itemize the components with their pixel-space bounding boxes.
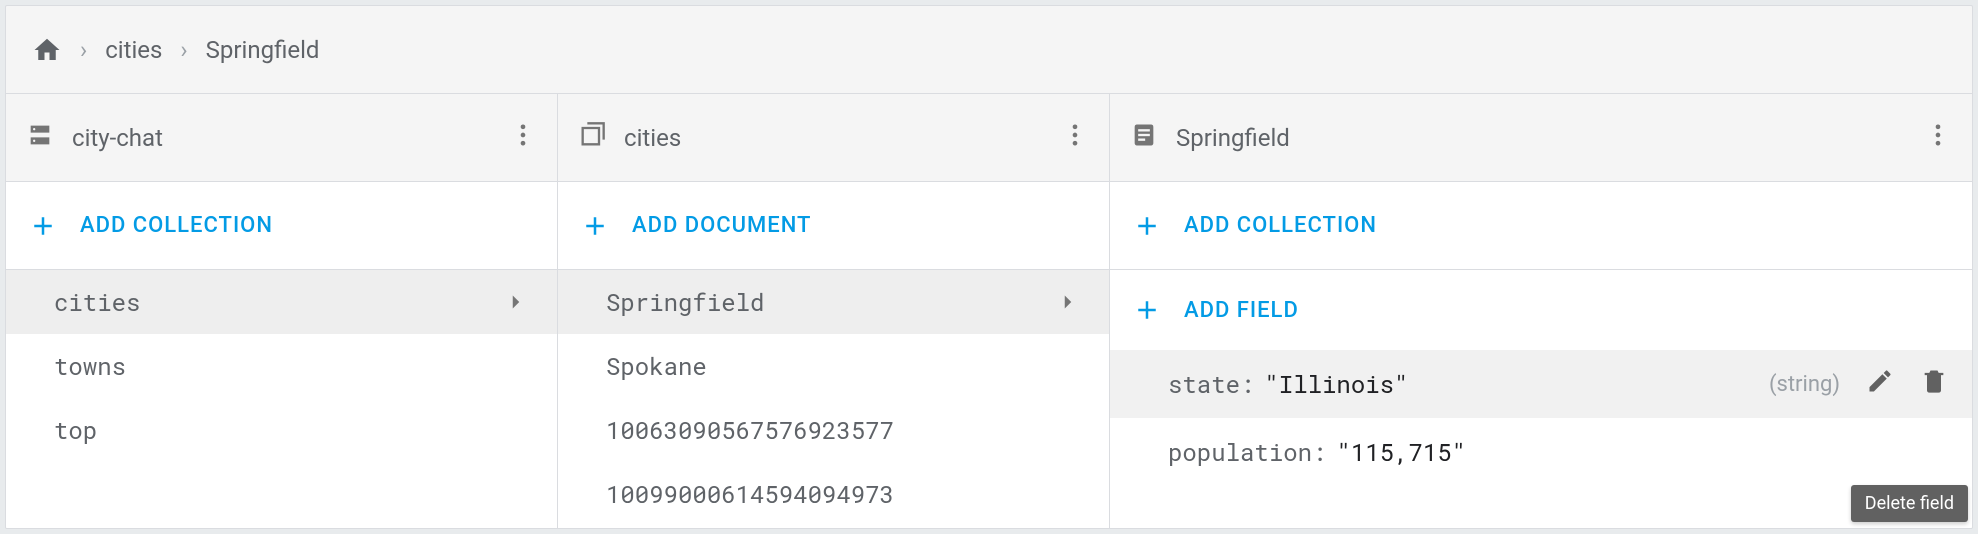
breadcrumb-item[interactable]: Springfield bbox=[206, 36, 320, 64]
add-field-button[interactable]: ADD FIELD bbox=[1110, 270, 1972, 350]
field-value: "115,715" bbox=[1336, 436, 1466, 468]
document-item[interactable]: Springfield bbox=[558, 270, 1109, 334]
database-column: city-chat ADD COLLECTION cities towns to bbox=[6, 94, 558, 528]
collection-title: cities bbox=[624, 124, 1043, 152]
tooltip: Delete field bbox=[1851, 485, 1968, 522]
field-key: state: bbox=[1168, 368, 1254, 400]
document-list: Springfield Spokane 10063090567576923577… bbox=[558, 270, 1109, 528]
document-header: Springfield bbox=[1110, 94, 1972, 182]
document-column: Springfield ADD COLLECTION ADD FIELD sta… bbox=[1110, 94, 1972, 528]
delete-icon[interactable] bbox=[1904, 367, 1948, 402]
add-subcollection-button[interactable]: ADD COLLECTION bbox=[1110, 182, 1972, 270]
database-header: city-chat bbox=[6, 94, 557, 182]
breadcrumb: › cities › Springfield bbox=[6, 6, 1972, 94]
field-value: "Illinois" bbox=[1264, 368, 1408, 400]
collection-item[interactable]: top bbox=[6, 398, 557, 462]
field-row[interactable]: state: "Illinois" (string) bbox=[1110, 350, 1972, 418]
menu-icon[interactable] bbox=[1061, 121, 1089, 155]
document-icon bbox=[1130, 121, 1158, 155]
collection-column: cities ADD DOCUMENT Springfield Spokane bbox=[558, 94, 1110, 528]
breadcrumb-item[interactable]: cities bbox=[105, 36, 162, 64]
add-subcollection-label: ADD COLLECTION bbox=[1184, 213, 1377, 238]
collection-item[interactable]: towns bbox=[6, 334, 557, 398]
home-icon[interactable] bbox=[32, 35, 62, 65]
edit-icon[interactable] bbox=[1850, 367, 1894, 402]
document-item[interactable]: 10099000614594094973 bbox=[558, 462, 1109, 526]
document-title: Springfield bbox=[1176, 124, 1906, 152]
add-document-label: ADD DOCUMENT bbox=[632, 213, 811, 238]
field-row[interactable]: population: "115,715" bbox=[1110, 418, 1972, 486]
collection-list: cities towns top bbox=[6, 270, 557, 528]
menu-icon[interactable] bbox=[509, 121, 537, 155]
chevron-right-icon: › bbox=[80, 36, 87, 64]
database-title: city-chat bbox=[72, 124, 491, 152]
collection-icon bbox=[578, 121, 606, 155]
chevron-right-icon: › bbox=[180, 36, 187, 64]
chevron-right-icon bbox=[503, 289, 529, 315]
add-field-label: ADD FIELD bbox=[1184, 298, 1299, 323]
add-collection-label: ADD COLLECTION bbox=[80, 213, 273, 238]
collection-item[interactable]: cities bbox=[6, 270, 557, 334]
document-item[interactable]: Spokane bbox=[558, 334, 1109, 398]
document-item[interactable]: 10063090567576923577 bbox=[558, 398, 1109, 462]
menu-icon[interactable] bbox=[1924, 121, 1952, 155]
add-document-button[interactable]: ADD DOCUMENT bbox=[558, 182, 1109, 270]
chevron-right-icon bbox=[1055, 289, 1081, 315]
database-icon bbox=[26, 121, 54, 155]
collection-header: cities bbox=[558, 94, 1109, 182]
add-collection-button[interactable]: ADD COLLECTION bbox=[6, 182, 557, 270]
field-type: (string) bbox=[1769, 372, 1840, 397]
field-key: population: bbox=[1168, 436, 1326, 468]
